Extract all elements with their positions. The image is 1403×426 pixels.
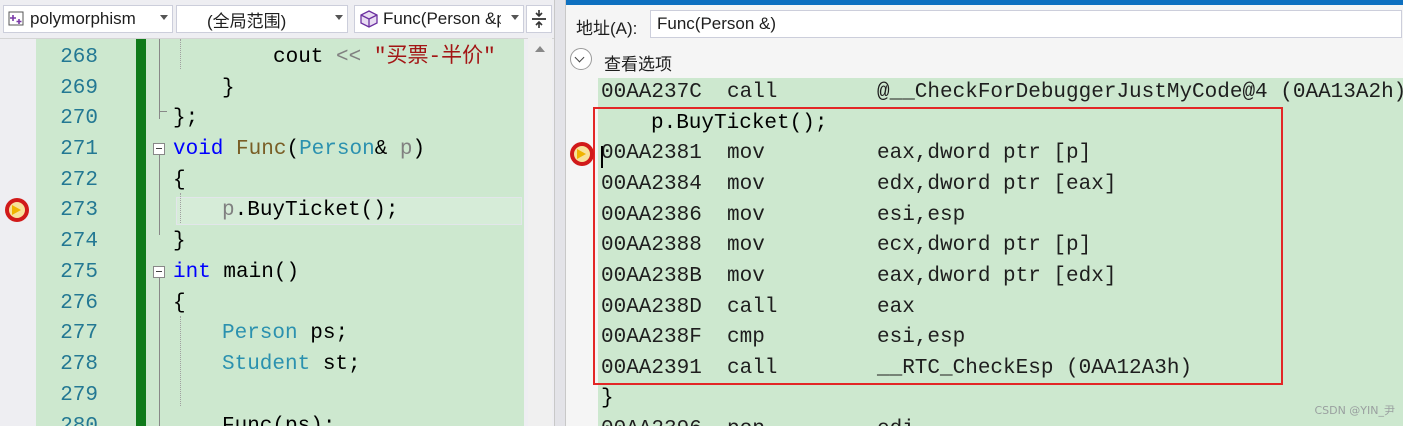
code-line-270: };	[173, 107, 199, 130]
code-line-272: {	[173, 169, 186, 192]
class-member-icon	[8, 11, 24, 26]
indent-guide	[180, 193, 181, 223]
code-line-280: Func(ps);	[222, 412, 335, 426]
indent-guide	[180, 316, 181, 406]
disasm-source-line: }	[601, 387, 614, 410]
line-number: 275	[60, 261, 98, 284]
line-number: 279	[60, 384, 98, 407]
member-dropdown[interactable]: Func(Person &p)	[354, 5, 524, 33]
disassembly-pane: 地址(A): Func(Person &) 查看选项 00AA237C call…	[566, 0, 1403, 426]
code-line-276: {	[173, 292, 186, 315]
project-dropdown[interactable]: polymorphism	[3, 5, 173, 33]
code-line-278: Student st;	[222, 353, 361, 376]
disasm-row: 00AA237C	[601, 81, 702, 104]
member-cube-icon	[360, 10, 378, 28]
disasm-op: pop	[727, 415, 765, 426]
scroll-up-arrow-icon[interactable]	[535, 46, 545, 52]
line-number: 268	[60, 46, 98, 69]
code-line-275: int main()	[173, 261, 300, 284]
code-line-269: }	[222, 77, 235, 100]
active-window-bar	[566, 0, 1403, 5]
code-line-274: }	[173, 230, 186, 253]
chevron-down-icon	[335, 15, 343, 20]
fold-line	[159, 111, 167, 112]
line-number: 280	[36, 412, 98, 426]
text-caret	[601, 146, 603, 168]
fold-line	[159, 39, 160, 119]
code-line-277: Person ps;	[222, 322, 349, 345]
split-window-button[interactable]	[526, 5, 552, 33]
address-label: 地址(A):	[576, 19, 638, 38]
code-editor[interactable]: 268 269 270 271 272 273 274 275 276 277 …	[0, 39, 554, 426]
collapse-icon[interactable]	[153, 143, 165, 155]
scope-name: (全局范围)	[207, 11, 287, 31]
change-tracking-bar	[136, 39, 146, 426]
line-number: 273	[60, 199, 98, 222]
code-line-271: void Func(Person& p)	[173, 138, 426, 161]
line-number: 277	[60, 322, 98, 345]
chevron-down-icon	[511, 15, 519, 20]
address-input[interactable]: Func(Person &)	[650, 10, 1402, 38]
split-window-icon	[532, 10, 546, 28]
line-number: 270	[60, 107, 98, 130]
disasm-address: 00AA2396	[601, 415, 702, 426]
disassembly-view[interactable]: 00AA237C call @__CheckForDebuggerJustMyC…	[566, 78, 1403, 426]
execution-pointer-icon	[570, 142, 594, 166]
line-number: 269	[60, 77, 98, 100]
execution-pointer-icon	[5, 198, 29, 222]
fold-line	[159, 278, 160, 426]
watermark: CSDN @YIN_尹	[1314, 404, 1395, 417]
vertical-scrollbar[interactable]	[528, 38, 552, 426]
fold-line	[159, 155, 160, 235]
disasm-args: edi	[877, 415, 915, 426]
line-number: 271	[60, 138, 98, 161]
chevron-down-icon	[160, 15, 168, 20]
disasm-op: call	[727, 81, 778, 104]
glyph-margin[interactable]	[0, 39, 36, 426]
indent-guide	[180, 39, 181, 69]
source-editor-pane: polymorphism (全局范围) Func(Person &p) 268 …	[0, 0, 554, 426]
line-number: 278	[60, 353, 98, 376]
view-options-toggle[interactable]: 查看选项	[604, 50, 672, 75]
highlight-annotation-box	[593, 107, 1283, 385]
scope-dropdown[interactable]: (全局范围)	[176, 5, 348, 33]
member-name: Func(Person &p)	[383, 9, 501, 28]
navigation-bar: polymorphism (全局范围) Func(Person &p)	[0, 0, 554, 39]
line-number: 272	[60, 169, 98, 192]
pane-splitter[interactable]	[554, 0, 566, 426]
project-name: polymorphism	[30, 9, 136, 28]
chevron-down-icon[interactable]	[570, 48, 592, 70]
line-number: 276	[60, 292, 98, 315]
code-line-273: p.BuyTicket();	[222, 199, 399, 222]
disasm-args: @__CheckForDebuggerJustMyCode@4 (0AA13A2…	[877, 81, 1403, 104]
line-number: 274	[60, 230, 98, 253]
code-line-268: cout << "买票-半价"	[273, 46, 496, 69]
collapse-icon[interactable]	[153, 266, 165, 278]
